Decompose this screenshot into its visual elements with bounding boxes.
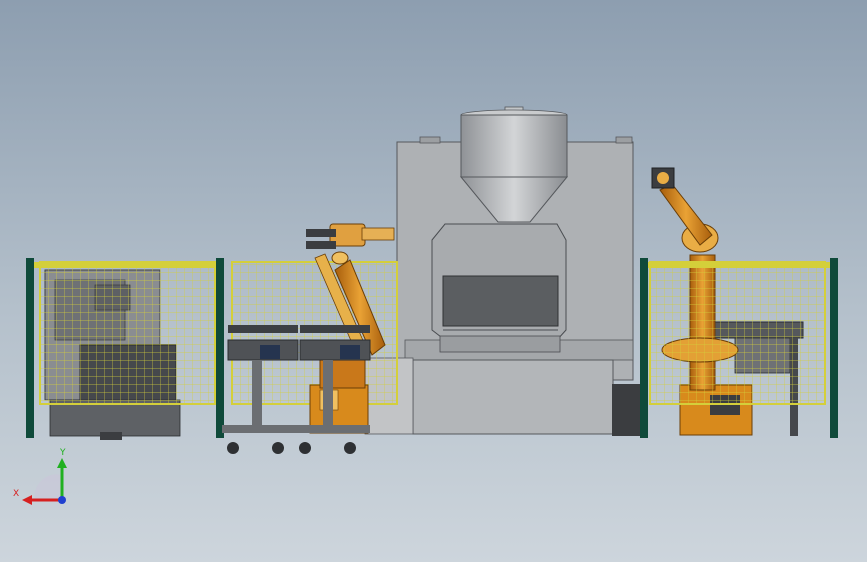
axis-x-label: X <box>13 489 19 499</box>
casting-machine[interactable] <box>364 106 634 435</box>
axis-y-label: Y <box>59 448 66 458</box>
assembly-drawing: Y X <box>13 106 838 505</box>
cad-viewport[interactable]: Y X <box>0 0 867 562</box>
axis-triad <box>22 458 67 505</box>
